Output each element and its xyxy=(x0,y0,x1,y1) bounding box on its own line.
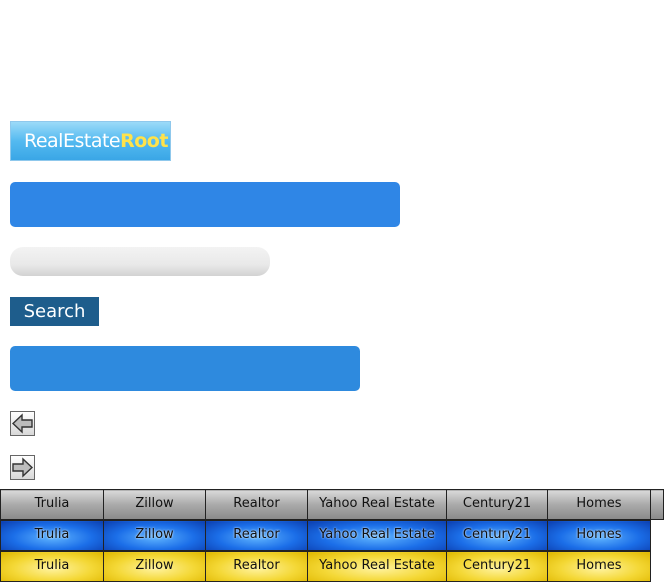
link-century21[interactable]: Century21 xyxy=(446,551,548,582)
link-zillow[interactable]: Zillow xyxy=(103,489,206,520)
link-row-gray: Trulia Zillow Realtor Yahoo Real Estate … xyxy=(0,489,664,520)
link-yahoo-real-estate[interactable]: Yahoo Real Estate xyxy=(307,520,447,551)
link-century21[interactable]: Century21 xyxy=(446,520,548,551)
link-row-blue: Trulia Zillow Realtor Yahoo Real Estate … xyxy=(0,520,651,551)
row-end-cell xyxy=(650,489,664,520)
prev-arrow-button[interactable] xyxy=(10,411,35,436)
link-yahoo-real-estate[interactable]: Yahoo Real Estate xyxy=(307,489,447,520)
link-homes[interactable]: Homes xyxy=(547,520,651,551)
link-homes[interactable]: Homes xyxy=(547,489,651,520)
link-realtor[interactable]: Realtor xyxy=(205,520,308,551)
link-trulia[interactable]: Trulia xyxy=(0,551,104,582)
logo-text-accent: Root xyxy=(120,130,168,152)
arrow-right-icon xyxy=(12,457,34,478)
link-trulia[interactable]: Trulia xyxy=(0,489,104,520)
arrow-left-icon xyxy=(11,413,33,434)
link-realtor[interactable]: Realtor xyxy=(205,551,308,582)
link-trulia[interactable]: Trulia xyxy=(0,520,104,551)
next-arrow-button[interactable] xyxy=(10,455,35,480)
link-century21[interactable]: Century21 xyxy=(446,489,548,520)
link-zillow[interactable]: Zillow xyxy=(103,551,206,582)
site-logo[interactable]: RealEstateRoot xyxy=(10,121,171,161)
link-homes[interactable]: Homes xyxy=(547,551,651,582)
link-yahoo-real-estate[interactable]: Yahoo Real Estate xyxy=(307,551,447,582)
link-row-yellow: Trulia Zillow Realtor Yahoo Real Estate … xyxy=(0,551,651,582)
search-input[interactable] xyxy=(10,247,270,276)
logo-text-main: RealEstate xyxy=(24,130,121,152)
link-zillow[interactable]: Zillow xyxy=(103,520,206,551)
top-banner-bar xyxy=(10,182,400,227)
bottom-banner-bar xyxy=(10,346,360,391)
link-realtor[interactable]: Realtor xyxy=(205,489,308,520)
search-button[interactable]: Search xyxy=(10,297,99,326)
